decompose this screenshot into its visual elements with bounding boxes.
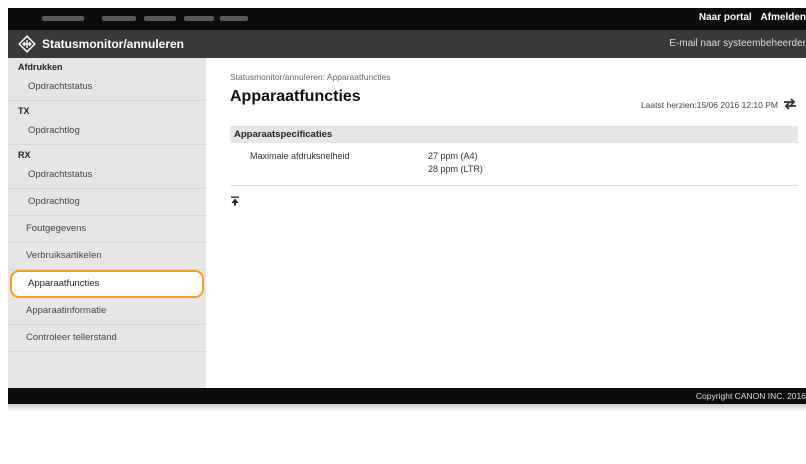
sidebar-item-device-features[interactable]: Apparaatfuncties [10, 270, 204, 298]
sidebar-item-check-counter[interactable]: Controleer tellerstand [8, 325, 206, 352]
top-bar: Naar portal Afmelden [8, 8, 806, 30]
blurred-text [102, 16, 136, 21]
copyright: Copyright CANON INC. 2016 [695, 391, 806, 401]
browser-content: Naar portal Afmelden Statusmonitor/annul… [8, 8, 806, 404]
top-links: Naar portal Afmelden [693, 12, 806, 23]
spec-header: Apparaatspecificaties [230, 126, 798, 143]
logout-link[interactable]: Afmelden [760, 12, 806, 23]
sidebar-item-rx-job-status[interactable]: Opdrachtstatus [8, 162, 206, 189]
footer: Copyright CANON INC. 2016 [8, 388, 806, 404]
diamond-arrows-icon [18, 35, 36, 53]
go-to-top-icon[interactable] [230, 196, 240, 206]
breadcrumb: Statusmonitor/annuleren: Apparaatfunctie… [230, 72, 391, 82]
portal-link[interactable]: Naar portal [699, 12, 752, 23]
sidebar-item-consumables[interactable]: Verbruiksartikelen [8, 243, 206, 270]
sidebar-item-tx-job-log[interactable]: Opdrachtlog [8, 118, 206, 145]
last-updated: Laatst herzien:15/06 2016 12:10 PM [640, 100, 778, 110]
blurred-text [220, 16, 248, 21]
spec-value: 27 ppm (A4) [428, 151, 478, 161]
sidebar-item-device-info[interactable]: Apparaatinformatie [8, 298, 206, 325]
sidebar-item-rx-job-log[interactable]: Opdrachtlog [8, 189, 206, 216]
spec-value: 28 ppm (LTR) [428, 164, 483, 174]
app-title: Statusmonitor/annuleren [42, 37, 185, 51]
spec-label: Maximale afdruksnelheid [250, 151, 350, 161]
main-content: Statusmonitor/annuleren: Apparaatfunctie… [206, 58, 806, 388]
page-shadow [8, 404, 806, 412]
sidebar-item-print-job-status[interactable]: Opdrachtstatus [8, 74, 206, 101]
title-bar: Statusmonitor/annuleren E-mail naar syst… [8, 30, 806, 58]
sidebar: Afdrukken Opdrachtstatus TX Opdrachtlog … [8, 58, 206, 388]
sidebar-item-error-info[interactable]: Foutgegevens [8, 216, 206, 243]
divider [230, 185, 798, 186]
sidebar-section-tx: TX [18, 106, 30, 116]
page-title: Apparaatfuncties [230, 88, 361, 105]
email-admin-link[interactable]: E-mail naar systeembeheerder [669, 38, 806, 49]
blurred-text [184, 16, 214, 21]
sidebar-section-print: Afdrukken [18, 62, 63, 72]
refresh-icon[interactable] [782, 96, 798, 112]
blurred-text [144, 16, 176, 21]
blurred-text [42, 16, 84, 21]
sidebar-section-rx: RX [18, 150, 31, 160]
